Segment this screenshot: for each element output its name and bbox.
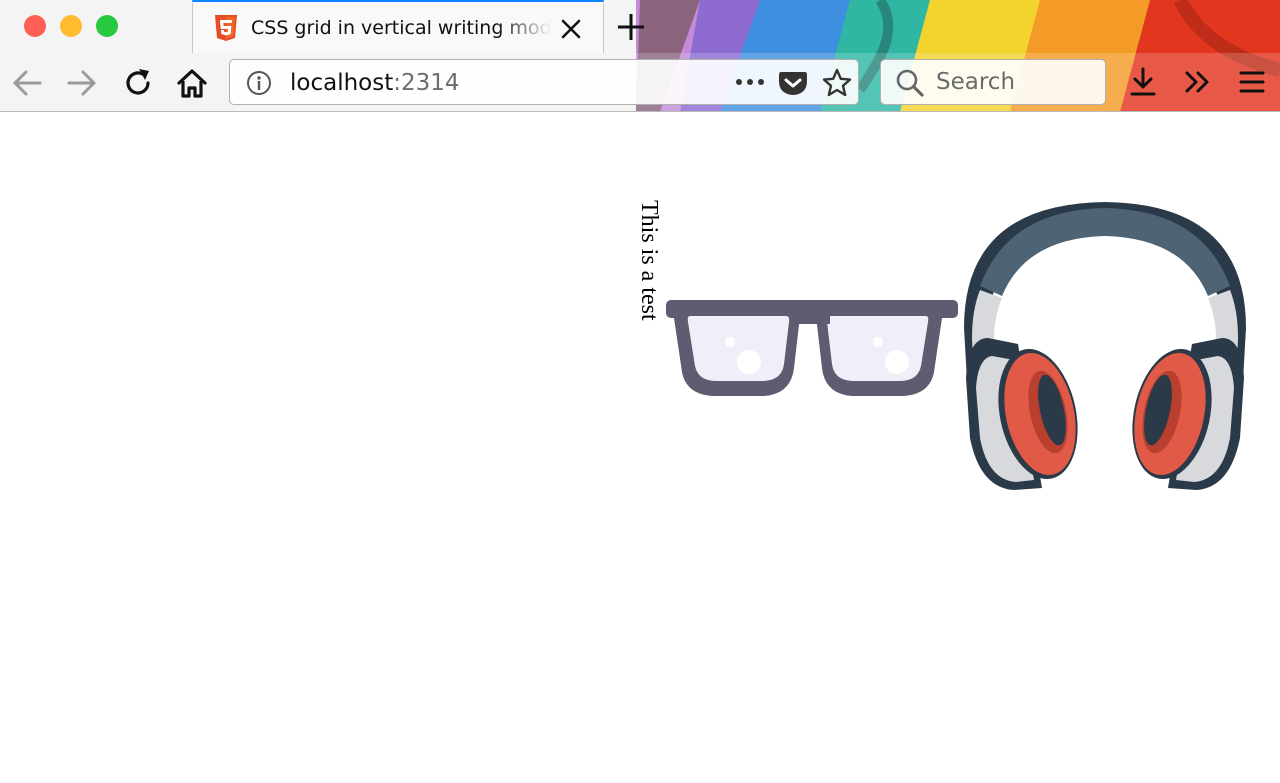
url-port: :2314 (393, 70, 460, 96)
search-icon (896, 69, 924, 97)
forward-arrow-icon[interactable] (65, 66, 99, 100)
tab-title: CSS grid in vertical writing mode (251, 17, 551, 39)
info-icon[interactable] (246, 70, 272, 96)
glasses-image (666, 300, 958, 396)
vertical-text: This is a test (636, 200, 662, 321)
more-dots-icon[interactable] (734, 72, 766, 92)
overflow-chevron-icon[interactable] (1183, 66, 1213, 98)
window-maximize-button[interactable] (96, 15, 118, 37)
pocket-icon[interactable] (778, 70, 808, 96)
window-minimize-button[interactable] (60, 15, 82, 37)
page-content: This is a test (0, 112, 1280, 783)
search-input[interactable] (936, 67, 1096, 97)
url-bar[interactable]: localhost:2314 (229, 59, 859, 105)
download-icon[interactable] (1128, 66, 1158, 98)
navigation-toolbar: localhost:2314 (0, 53, 1280, 111)
tab-strip: CSS grid in vertical writing mode (0, 0, 1280, 53)
headphones-image (964, 202, 1246, 490)
html5-icon (215, 15, 237, 41)
close-icon[interactable] (561, 19, 581, 39)
home-icon[interactable] (175, 66, 209, 100)
new-tab-plus-icon[interactable] (616, 12, 646, 42)
tab-active[interactable]: CSS grid in vertical writing mode (192, 0, 604, 53)
browser-chrome: CSS grid in vertical writing mode localh… (0, 0, 1280, 112)
hamburger-menu-icon[interactable] (1237, 66, 1267, 98)
search-bar[interactable] (880, 59, 1106, 105)
window-close-button[interactable] (24, 15, 46, 37)
url-host: localhost (290, 70, 394, 96)
url-text[interactable]: localhost:2314 (290, 69, 460, 97)
star-icon[interactable] (822, 68, 852, 98)
reload-icon[interactable] (121, 66, 155, 100)
back-arrow-icon[interactable] (10, 66, 44, 100)
